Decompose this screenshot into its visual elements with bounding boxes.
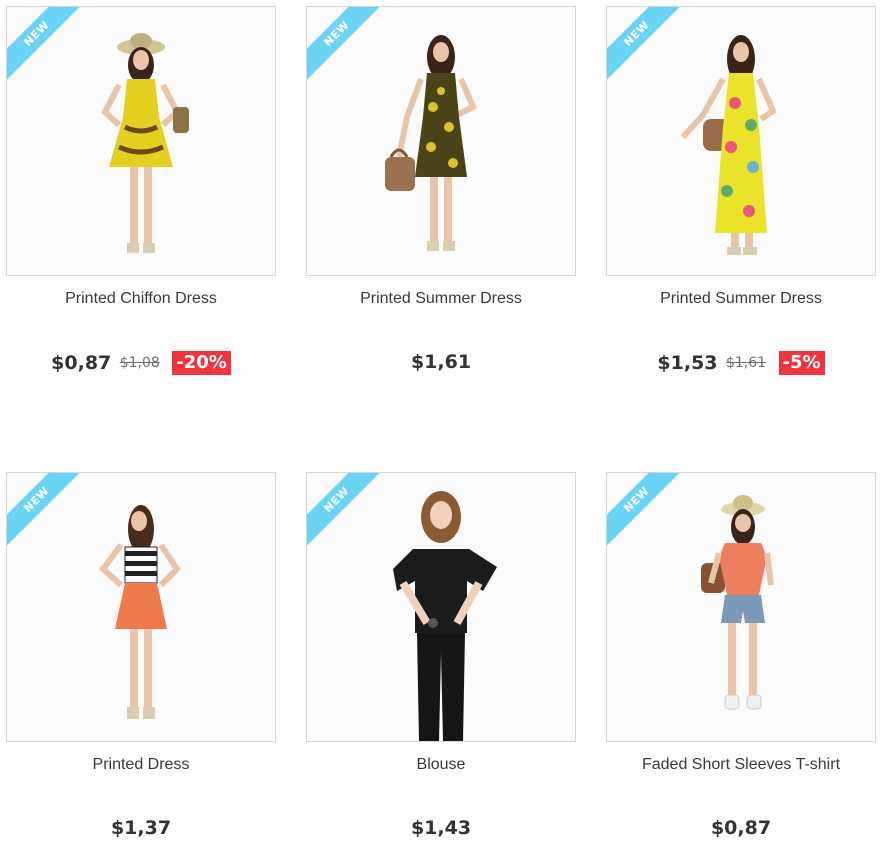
product-price: $1,37 xyxy=(110,817,172,839)
product-name-link[interactable]: Printed Summer Dress xyxy=(606,290,876,308)
product-price: $0,87 xyxy=(51,352,112,374)
product-card: NEW Printed Summer Dress $1,61 xyxy=(306,6,576,386)
product-price: $1,53 xyxy=(657,352,718,374)
product-image-link[interactable]: NEW xyxy=(306,6,576,276)
price-row: $1,43 xyxy=(306,817,576,839)
product-photo xyxy=(307,7,575,275)
product-name-link[interactable]: Printed Chiffon Dress xyxy=(6,290,276,308)
product-image-link[interactable]: NEW xyxy=(606,6,876,276)
product-photo xyxy=(607,473,875,741)
product-photo xyxy=(7,7,275,275)
product-image-link[interactable]: NEW xyxy=(306,472,576,742)
old-price: $1,08 xyxy=(119,355,160,371)
product-price: $1,43 xyxy=(410,817,472,839)
product-card: NEW Printed Summer Dress $1,53 $1,61 -5% xyxy=(606,6,876,386)
product-image-link[interactable]: NEW xyxy=(6,6,276,276)
product-name-link[interactable]: Faded Short Sleeves T-shirt xyxy=(606,756,876,774)
product-image-link[interactable]: NEW xyxy=(606,472,876,742)
product-name-link[interactable]: Printed Dress xyxy=(6,756,276,774)
product-photo xyxy=(7,473,275,741)
product-photo xyxy=(607,7,875,275)
product-image-link[interactable]: NEW xyxy=(6,472,276,742)
product-name-link[interactable]: Printed Summer Dress xyxy=(306,290,576,308)
price-row: $0,87 xyxy=(606,817,876,839)
product-card: NEW Printed Dress $1,37 xyxy=(6,472,276,847)
product-name-link[interactable]: Blouse xyxy=(306,756,576,774)
product-card: NEW Faded Short Sleeves T-shirt $0,87 xyxy=(606,472,876,847)
price-row: $0,87 $1,08 -20% xyxy=(6,351,276,375)
product-price: $1,61 xyxy=(410,351,472,373)
discount-badge: -5% xyxy=(778,351,825,375)
product-grid: NEW Printed Chiffon Dress $0,87 $1,08 -2… xyxy=(0,0,883,847)
old-price: $1,61 xyxy=(725,355,767,371)
price-row: $1,37 xyxy=(6,817,276,839)
price-row: $1,53 $1,61 -5% xyxy=(606,351,876,375)
product-photo xyxy=(307,473,575,741)
product-card: NEW Printed Chiffon Dress $0,87 $1,08 -2… xyxy=(6,6,276,386)
product-price: $0,87 xyxy=(710,817,772,839)
discount-badge: -20% xyxy=(172,351,231,375)
price-row: $1,61 xyxy=(306,351,576,373)
product-card: NEW Blouse $1,43 xyxy=(306,472,576,847)
